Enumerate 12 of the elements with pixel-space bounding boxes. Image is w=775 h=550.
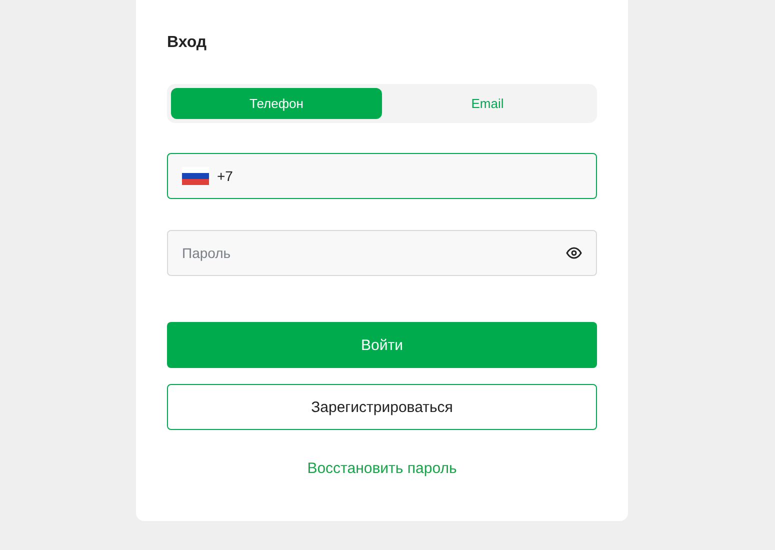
register-button[interactable]: Зарегистрироваться (167, 384, 597, 430)
login-button[interactable]: Войти (167, 322, 597, 368)
flag-icon (182, 167, 209, 185)
login-title: Вход (167, 33, 207, 53)
password-input[interactable]: Пароль (182, 245, 566, 261)
eye-icon[interactable] (566, 247, 582, 259)
password-field[interactable]: Пароль (167, 230, 597, 276)
restore-password-link[interactable]: Восстановить пароль (307, 459, 457, 479)
phone-field[interactable]: +7 (167, 153, 597, 199)
phone-input[interactable]: +7 (217, 168, 582, 184)
tab[interactable]: Телефон (171, 88, 382, 119)
tab[interactable]: Email (382, 88, 593, 119)
